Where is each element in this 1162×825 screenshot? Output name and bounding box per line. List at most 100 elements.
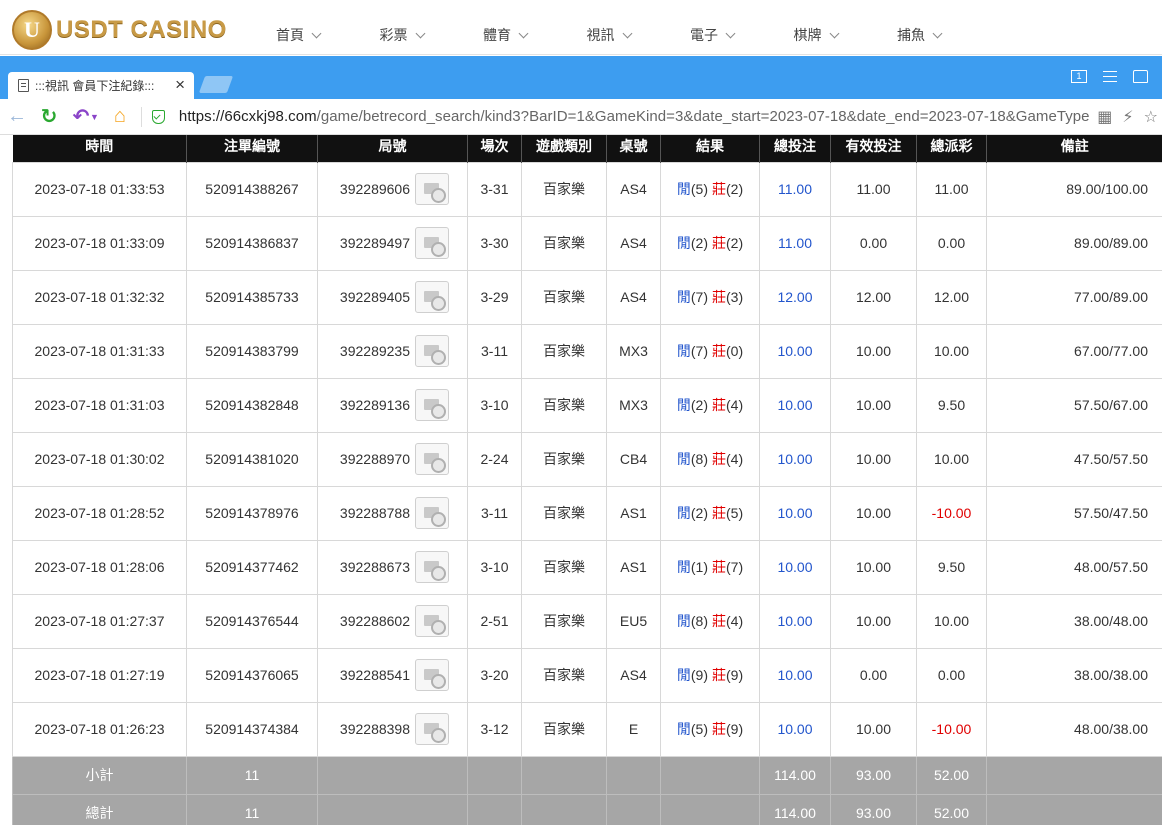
url-field[interactable]: https://66cxkj98.com/game/betrecord_sear…: [179, 108, 1089, 125]
game-type-cell: 百家樂: [521, 377, 607, 433]
banker-label: 莊: [712, 289, 726, 305]
round-number: 392288673: [339, 559, 410, 575]
player-label: 閒: [676, 613, 691, 629]
video-replay-icon[interactable]: [415, 281, 449, 313]
new-tab-button[interactable]: [198, 76, 234, 93]
qr-code-icon[interactable]: ▦: [1097, 107, 1112, 127]
nav-item[interactable]: 棋牌: [794, 25, 898, 45]
video-replay-icon[interactable]: [415, 443, 449, 475]
empty-cell: [606, 755, 661, 795]
lightning-icon[interactable]: ⚡︎: [1122, 107, 1133, 127]
empty-cell: [986, 793, 1162, 825]
banker-label: 莊: [712, 613, 726, 629]
video-replay-icon[interactable]: [415, 389, 449, 421]
video-replay-icon[interactable]: [415, 335, 449, 367]
round-number-wrap: 392289136: [318, 389, 467, 421]
valid-bet-cell: 10.00: [830, 593, 917, 649]
skin-icon[interactable]: [1133, 70, 1148, 83]
round-number-cell: 392289497: [317, 215, 468, 271]
balance-note-cell: 38.00/48.00: [986, 593, 1162, 649]
balance-note-cell: 89.00/100.00: [986, 161, 1162, 217]
chevron-down-icon: [829, 28, 839, 38]
menu-icon[interactable]: [1103, 71, 1117, 82]
session-cell: 3-10: [467, 539, 522, 595]
nav-item[interactable]: 電子: [690, 25, 794, 45]
round-number-wrap: 392289606: [318, 173, 467, 205]
table-row: 2023-07-18 01:28:06 520914377462 392288673…: [12, 539, 1162, 595]
order-number-cell: 520914382848: [186, 377, 318, 433]
secure-shield-icon[interactable]: [151, 109, 165, 124]
nav-item-label: 棋牌: [793, 27, 822, 43]
column-header: 場次: [467, 135, 522, 162]
logo-text: USDT CASINO: [56, 16, 227, 43]
video-replay-icon[interactable]: [415, 497, 449, 529]
nav-item[interactable]: 首頁: [276, 25, 380, 45]
player-score: (9): [690, 667, 708, 683]
url-path: /game/betrecord_search/kind3?BarID=1&Gam…: [316, 108, 1089, 125]
column-header: 備註: [986, 135, 1162, 162]
table-number-cell: MX3: [606, 377, 661, 433]
browser-tab[interactable]: :::視訊 會員下注紀錄::: ×: [8, 72, 194, 99]
window-count-icon[interactable]: 1: [1071, 70, 1087, 83]
banker-label: 莊: [712, 343, 726, 359]
session-cell: 3-30: [467, 215, 522, 271]
total-bet-cell: 11.00: [759, 161, 831, 217]
valid-bet-cell: 11.00: [830, 161, 917, 217]
video-replay-icon[interactable]: [415, 713, 449, 745]
subtotal-row: 小計 11 114.00 93.00 52.00: [12, 755, 1162, 795]
player-label: 閒: [676, 235, 691, 251]
total-row: 總計 11 114.00 93.00 52.00: [12, 793, 1162, 825]
nav-item[interactable]: 視訊: [587, 25, 691, 45]
payout-cell: 9.50: [916, 377, 987, 433]
table-row: 2023-07-18 01:26:23 520914374384 392288398…: [12, 701, 1162, 757]
video-replay-icon[interactable]: [415, 605, 449, 637]
video-replay-icon[interactable]: [415, 227, 449, 259]
banker-label: 莊: [712, 397, 726, 413]
result-cell: 閒(1) 莊(7): [660, 539, 760, 595]
video-replay-icon[interactable]: [415, 551, 449, 583]
game-type-cell: 百家樂: [521, 539, 607, 595]
round-number-wrap: 392288602: [318, 605, 467, 637]
column-header: 局號: [317, 135, 468, 162]
nav-item[interactable]: 體育: [483, 25, 587, 45]
close-icon[interactable]: ×: [175, 75, 185, 95]
table-row: 2023-07-18 01:27:19 520914376065 392288541…: [12, 647, 1162, 703]
chevron-down-icon: [311, 28, 322, 38]
reload-icon[interactable]: ↻: [38, 104, 60, 129]
browser-tab-bar: :::視訊 會員下注紀錄::: × 1: [0, 56, 1162, 99]
star-icon[interactable]: ☆: [1144, 107, 1158, 127]
chevron-down-icon: [518, 28, 529, 38]
order-number-cell: 520914377462: [186, 539, 318, 595]
back-arrow-icon[interactable]: ←: [6, 105, 28, 128]
home-icon[interactable]: ⌂: [109, 105, 131, 128]
order-number-cell: 520914376065: [186, 647, 318, 703]
subtotal-payout: 52.00: [916, 755, 987, 795]
table-row: 2023-07-18 01:32:32 520914385733 392289405…: [12, 269, 1162, 325]
table-number-cell: CB4: [606, 431, 661, 487]
valid-bet-cell: 12.00: [830, 269, 917, 325]
video-replay-icon[interactable]: [415, 173, 449, 205]
round-number-cell: 392289136: [317, 377, 468, 433]
undo-dropdown-icon[interactable]: ▼: [90, 112, 99, 122]
column-header: 有效投注: [830, 135, 917, 162]
round-number-cell: 392288541: [317, 647, 468, 703]
total-label: 總計: [12, 793, 187, 825]
nav-item[interactable]: 彩票: [380, 25, 484, 45]
nav-item[interactable]: 捕魚: [897, 25, 1001, 45]
banker-label: 莊: [712, 721, 726, 737]
banker-score: (0): [726, 343, 744, 359]
nav-item-label: 首頁: [276, 27, 304, 43]
order-number-cell: 520914381020: [186, 431, 318, 487]
round-number: 392289606: [339, 181, 410, 197]
casino-logo[interactable]: U USDT CASINO: [12, 10, 227, 50]
total-payout: 52.00: [916, 793, 987, 825]
total-bet-cell: 10.00: [759, 593, 831, 649]
order-number-cell: 520914376544: [186, 593, 318, 649]
video-replay-icon[interactable]: [415, 659, 449, 691]
total-bet-cell: 10.00: [759, 431, 831, 487]
chevron-down-icon: [622, 28, 632, 38]
game-type-cell: 百家樂: [521, 323, 607, 379]
game-type-cell: 百家樂: [521, 701, 607, 757]
total-count: 11: [186, 793, 318, 825]
undo-icon[interactable]: ↶: [70, 104, 92, 129]
